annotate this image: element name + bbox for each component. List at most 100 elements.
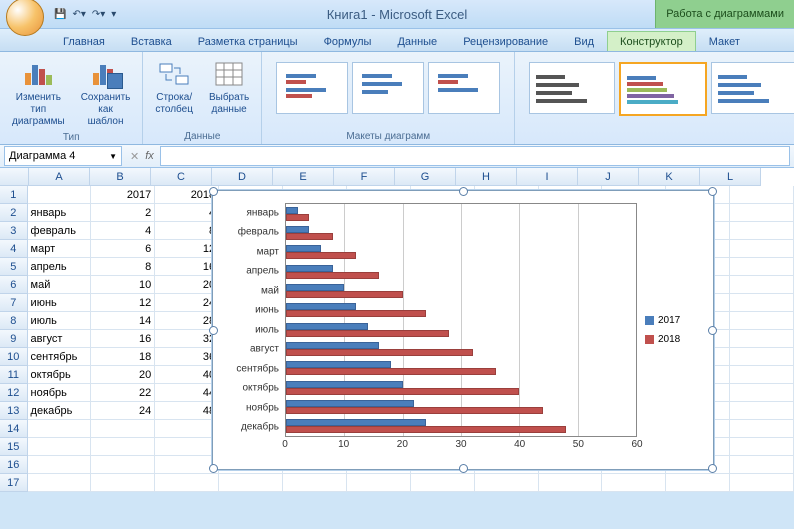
cell[interactable]: 40 (155, 366, 219, 384)
cell[interactable]: 16 (91, 330, 155, 348)
bar[interactable] (286, 419, 426, 426)
row-header[interactable]: 12 (0, 384, 28, 402)
cell[interactable] (730, 294, 794, 312)
cell[interactable] (730, 402, 794, 420)
select-all-corner[interactable] (0, 168, 29, 186)
cell[interactable]: 20 (91, 366, 155, 384)
chart-legend[interactable]: 2017 2018 (641, 199, 705, 461)
cell[interactable]: июнь (28, 294, 92, 312)
cell[interactable]: 8 (91, 258, 155, 276)
row-header[interactable]: 10 (0, 348, 28, 366)
cell[interactable] (730, 312, 794, 330)
col-header[interactable]: E (273, 168, 334, 186)
bar[interactable] (286, 233, 333, 240)
cell[interactable]: 24 (91, 402, 155, 420)
bar[interactable] (286, 381, 403, 388)
layout-option-2[interactable] (352, 62, 424, 114)
cell[interactable] (91, 456, 155, 474)
bar[interactable] (286, 323, 368, 330)
cell[interactable]: август (28, 330, 92, 348)
cell[interactable]: ноябрь (28, 384, 92, 402)
cell[interactable] (730, 204, 794, 222)
col-header[interactable]: A (29, 168, 90, 186)
cell[interactable]: 2017 (91, 186, 155, 204)
bar[interactable] (286, 310, 426, 317)
redo-icon[interactable]: ↷▾ (92, 9, 105, 20)
layout-option-1[interactable] (276, 62, 348, 114)
col-header[interactable]: G (395, 168, 456, 186)
worksheet[interactable]: ABCDEFGHIJKL январьфевральмартапрельмайи… (0, 168, 794, 492)
cell[interactable]: апрель (28, 258, 92, 276)
cell[interactable]: 4 (155, 204, 219, 222)
chart-plot-area[interactable]: январьфевральмартапрельмайиюньиюльавгуст… (225, 203, 637, 457)
cell[interactable]: сентябрь (28, 348, 92, 366)
switch-row-column-button[interactable]: Строка/столбец (151, 56, 197, 118)
tab-review[interactable]: Рецензирование (450, 31, 561, 51)
cell[interactable]: май (28, 276, 92, 294)
cell[interactable] (602, 474, 666, 492)
cell[interactable]: 8 (155, 222, 219, 240)
cell[interactable] (730, 258, 794, 276)
tab-page-layout[interactable]: Разметка страницы (185, 31, 311, 51)
cell[interactable] (411, 474, 475, 492)
cell[interactable]: декабрь (28, 402, 92, 420)
bar[interactable] (286, 252, 356, 259)
bar[interactable] (286, 368, 496, 375)
cell[interactable]: 18 (91, 348, 155, 366)
row-header[interactable]: 15 (0, 438, 28, 456)
tab-formulas[interactable]: Формулы (311, 31, 385, 51)
layout-option-3[interactable] (428, 62, 500, 114)
cell[interactable]: 4 (91, 222, 155, 240)
row-header[interactable]: 6 (0, 276, 28, 294)
col-header[interactable]: B (90, 168, 151, 186)
row-header[interactable]: 16 (0, 456, 28, 474)
row-header[interactable]: 2 (0, 204, 28, 222)
cell[interactable]: март (28, 240, 92, 258)
cell[interactable] (730, 384, 794, 402)
undo-icon[interactable]: ↶▾ (72, 9, 85, 20)
legend-item-2018[interactable]: 2018 (645, 334, 705, 345)
bar[interactable] (286, 214, 309, 221)
cell[interactable]: 36 (155, 348, 219, 366)
tab-data[interactable]: Данные (384, 31, 450, 51)
bar[interactable] (286, 407, 543, 414)
col-header[interactable]: I (517, 168, 578, 186)
cell[interactable]: 16 (155, 258, 219, 276)
bar[interactable] (286, 272, 379, 279)
cell[interactable] (730, 276, 794, 294)
cell[interactable]: февраль (28, 222, 92, 240)
row-header[interactable]: 3 (0, 222, 28, 240)
style-option-3[interactable] (711, 62, 794, 114)
cell[interactable] (730, 222, 794, 240)
cell[interactable] (155, 420, 219, 438)
cell[interactable] (730, 366, 794, 384)
cell[interactable]: 14 (91, 312, 155, 330)
row-header[interactable]: 11 (0, 366, 28, 384)
tab-insert[interactable]: Вставка (118, 31, 185, 51)
cell[interactable] (28, 438, 92, 456)
bar[interactable] (286, 361, 391, 368)
style-option-1[interactable] (529, 62, 615, 114)
tab-home[interactable]: Главная (50, 31, 118, 51)
cell[interactable] (475, 474, 539, 492)
fx-icon[interactable]: fx (145, 150, 154, 162)
chevron-down-icon[interactable]: ▼ (109, 152, 117, 161)
bar[interactable] (286, 284, 344, 291)
cell[interactable] (730, 330, 794, 348)
tab-layout[interactable]: Макет (696, 31, 753, 51)
col-header[interactable]: H (456, 168, 517, 186)
cell[interactable]: июль (28, 312, 92, 330)
bar[interactable] (286, 342, 379, 349)
cell[interactable]: 10 (91, 276, 155, 294)
row-header[interactable]: 9 (0, 330, 28, 348)
cancel-icon[interactable]: ✕ (130, 150, 139, 163)
cell[interactable] (730, 420, 794, 438)
cell[interactable] (155, 474, 219, 492)
bar[interactable] (286, 400, 414, 407)
cell[interactable] (283, 474, 347, 492)
bar[interactable] (286, 291, 403, 298)
cell[interactable] (730, 240, 794, 258)
bar[interactable] (286, 388, 519, 395)
bar[interactable] (286, 303, 356, 310)
cell[interactable] (730, 456, 794, 474)
